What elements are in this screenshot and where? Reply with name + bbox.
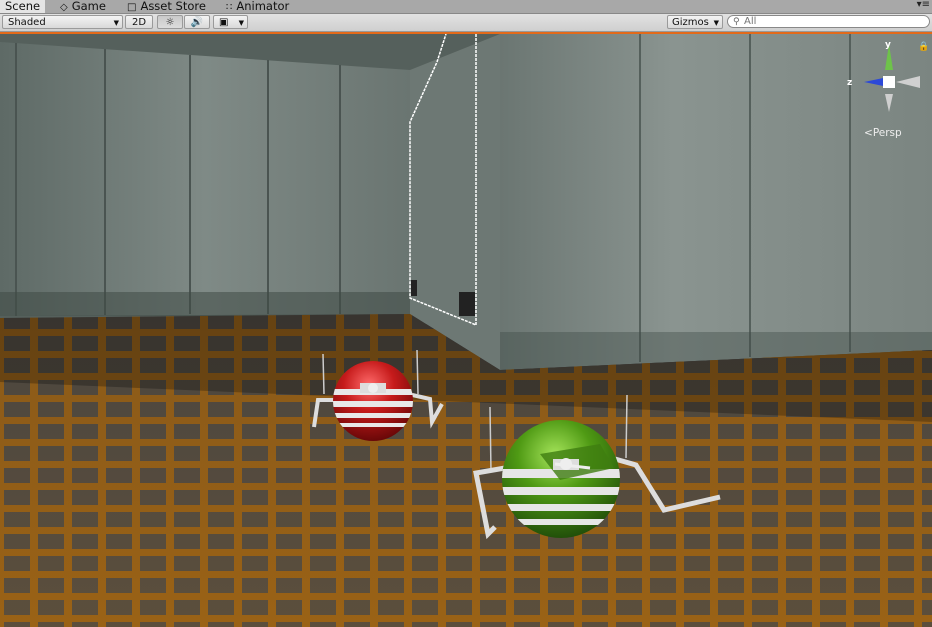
animator-icon: ∷ — [226, 2, 233, 13]
2d-toggle-button[interactable]: 2D — [125, 15, 153, 29]
scene-viewport[interactable]: y z 🔒 <Persp — [0, 32, 932, 627]
image-icon: ▣ — [219, 17, 229, 28]
chevron-down-icon: ▼ — [713, 19, 719, 27]
lock-icon[interactable]: 🔒 — [918, 42, 929, 52]
orientation-gizmo[interactable] — [842, 42, 922, 122]
wall-panel — [459, 292, 475, 316]
scene-lighting-toggle[interactable]: ☼ — [157, 15, 183, 29]
game-icon: ◇ — [60, 2, 68, 13]
chevron-down-icon: ▼ — [113, 19, 119, 27]
tab-asset-store[interactable]: □ Asset Store — [122, 0, 211, 13]
tab-scene-label: Scene — [5, 0, 41, 13]
search-icon: ⚲ — [733, 17, 740, 27]
tab-animator-label: Animator — [236, 0, 290, 13]
scene-audio-toggle[interactable]: 🔊 — [184, 15, 210, 29]
projection-label: Persp — [872, 127, 902, 139]
tab-scene[interactable]: Scene — [0, 0, 46, 13]
tab-game-label: Game — [71, 0, 106, 13]
scene-render — [0, 34, 932, 627]
scene-toolbar: Shaded ▼ 2D ☼ 🔊 ▣ ▼ Gizmos ▼ ⚲ — [0, 14, 932, 32]
editor-tab-bar: Scene ◇ Game □ Asset Store ∷ Animator ▾≡ — [0, 0, 932, 14]
projection-toggle[interactable]: <Persp — [864, 127, 902, 139]
gizmos-label: Gizmos — [672, 17, 709, 28]
left-wall — [0, 42, 410, 316]
gizmos-dropdown[interactable]: Gizmos ▼ — [667, 15, 723, 29]
tab-game[interactable]: ◇ Game — [55, 0, 111, 13]
speaker-icon: 🔊 — [190, 17, 204, 28]
shading-mode-dropdown[interactable]: Shaded ▼ — [2, 15, 123, 29]
shading-mode-label: Shaded — [8, 17, 46, 28]
persp-arrow-icon: < — [864, 127, 873, 139]
asset-store-icon: □ — [127, 2, 137, 13]
tab-asset-store-label: Asset Store — [140, 0, 206, 13]
tab-menu-icon[interactable]: ▾≡ — [917, 0, 930, 10]
search-input[interactable] — [744, 16, 924, 27]
chevron-down-icon: ▼ — [238, 19, 244, 27]
gizmo-z-label: z — [847, 78, 853, 88]
2d-toggle-label: 2D — [131, 17, 147, 28]
scene-effects-dropdown[interactable]: ▣ ▼ — [213, 15, 248, 29]
tab-animator[interactable]: ∷ Animator — [221, 0, 294, 13]
sun-icon: ☼ — [165, 17, 175, 28]
scene-search-box[interactable]: ⚲ — [727, 15, 930, 28]
gizmo-y-label: y — [885, 40, 891, 50]
